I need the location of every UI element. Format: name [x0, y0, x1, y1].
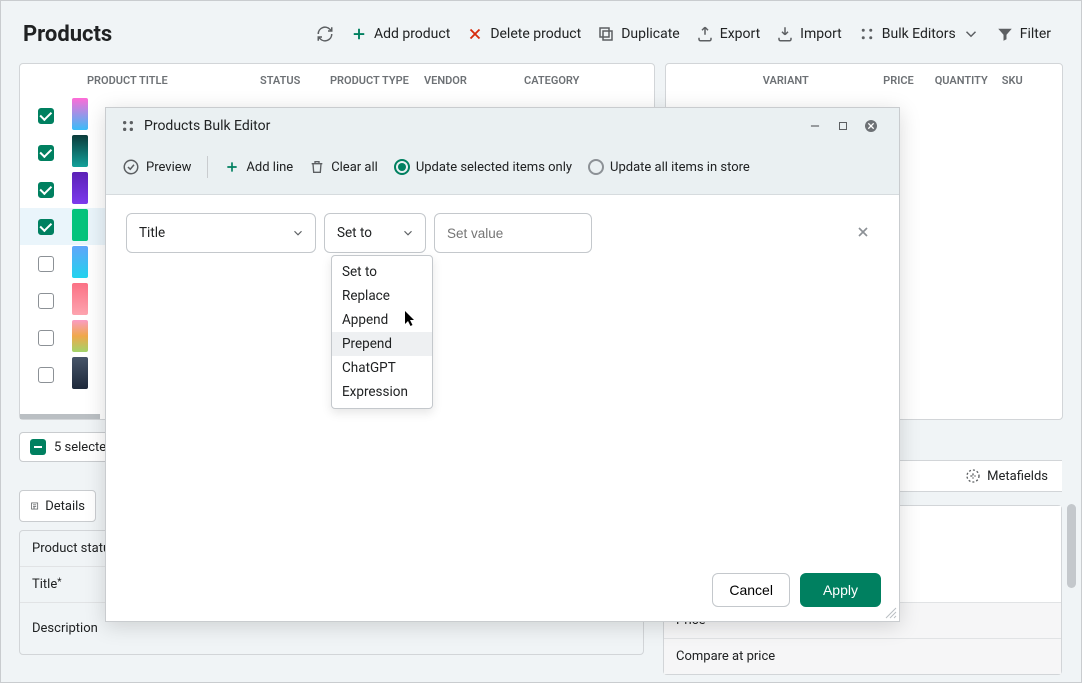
- value-input[interactable]: [434, 213, 592, 253]
- trash-icon: [309, 159, 325, 175]
- col-variant[interactable]: VARIANT: [666, 74, 846, 87]
- col-quantity[interactable]: QUANTITY: [914, 74, 988, 87]
- metafields-icon: [965, 468, 981, 484]
- details-icon: [30, 498, 39, 514]
- col-sku[interactable]: SKU: [988, 74, 1040, 87]
- bulk-editors-button[interactable]: Bulk Editors: [850, 19, 988, 49]
- update-all-radio[interactable]: Update all items in store: [588, 159, 750, 175]
- dropdown-item[interactable]: Replace: [332, 284, 432, 308]
- maximize-button[interactable]: [829, 120, 857, 132]
- product-thumbnail: [72, 320, 88, 352]
- plus-icon: [350, 25, 368, 43]
- col-status[interactable]: STATUS: [260, 74, 330, 87]
- products-table-header: PRODUCT TITLE STATUS PRODUCT TYPE VENDOR…: [20, 64, 654, 97]
- chevron-down-icon: [962, 25, 980, 43]
- modal-body: Title Set to Set toReplaceAppendPrependC…: [106, 195, 899, 559]
- radio-on-icon: [394, 159, 410, 175]
- cancel-button[interactable]: Cancel: [712, 573, 790, 607]
- chevron-down-icon: [291, 226, 305, 240]
- export-icon: [696, 25, 714, 43]
- delete-product-button[interactable]: Delete product: [458, 19, 589, 49]
- product-thumbnail: [72, 172, 88, 204]
- add-product-button[interactable]: Add product: [342, 19, 458, 49]
- modal-toolbar: Preview Add line Clear all Update select…: [106, 144, 899, 195]
- row-checkbox[interactable]: [38, 145, 54, 161]
- x-icon: [855, 224, 871, 240]
- col-product-title[interactable]: PRODUCT TITLE: [70, 74, 260, 87]
- page-header: Products Add product Delete product Dupl…: [1, 1, 1081, 63]
- filter-button[interactable]: Filter: [988, 19, 1059, 49]
- row-checkbox[interactable]: [38, 108, 54, 124]
- row-checkbox[interactable]: [38, 330, 54, 346]
- dropdown-item[interactable]: Prepend: [332, 332, 432, 356]
- preview-icon: [122, 158, 140, 176]
- bulk-editor-icon: [120, 118, 136, 134]
- cursor-icon: [405, 311, 417, 327]
- action-dropdown: Set toReplaceAppendPrependChatGPTExpress…: [331, 255, 433, 409]
- filter-icon: [996, 25, 1014, 43]
- update-selected-radio[interactable]: Update selected items only: [394, 159, 572, 175]
- dropdown-item[interactable]: Set to: [332, 260, 432, 284]
- duplicate-icon: [597, 25, 615, 43]
- product-thumbnail: [72, 135, 88, 167]
- field-select[interactable]: Title: [126, 213, 316, 253]
- row-checkbox[interactable]: [38, 219, 54, 235]
- refresh-icon: [316, 25, 334, 43]
- add-line-button[interactable]: Add line: [224, 159, 293, 175]
- dropdown-item[interactable]: Append: [332, 308, 432, 332]
- col-product-type[interactable]: PRODUCT TYPE: [330, 74, 424, 87]
- dropdown-item[interactable]: ChatGPT: [332, 356, 432, 380]
- plus-icon: [224, 159, 240, 175]
- col-vendor[interactable]: VENDOR: [424, 74, 524, 87]
- col-price[interactable]: PRICE: [846, 74, 914, 87]
- import-button[interactable]: Import: [768, 19, 850, 49]
- action-select[interactable]: Set to: [324, 213, 426, 253]
- bulk-editor-modal: Products Bulk Editor Preview Add line Cl…: [105, 107, 900, 622]
- row-checkbox[interactable]: [38, 182, 54, 198]
- modal-footer: Cancel Apply: [106, 559, 899, 621]
- duplicate-button[interactable]: Duplicate: [589, 19, 688, 49]
- chevron-down-icon: [401, 226, 415, 240]
- clear-all-button[interactable]: Clear all: [309, 159, 378, 175]
- preview-button[interactable]: Preview: [122, 158, 191, 176]
- product-thumbnail: [72, 357, 88, 389]
- variants-table-header: VARIANT PRICE QUANTITY SKU: [666, 64, 1062, 97]
- minimize-button[interactable]: [801, 119, 829, 133]
- row-checkbox[interactable]: [38, 293, 54, 309]
- dropdown-item[interactable]: Expression: [332, 380, 432, 404]
- resize-handle[interactable]: [885, 607, 897, 619]
- remove-line-button[interactable]: [847, 217, 879, 249]
- import-icon: [776, 25, 794, 43]
- export-button[interactable]: Export: [688, 19, 768, 49]
- close-button[interactable]: [857, 118, 885, 134]
- modal-title: Products Bulk Editor: [144, 118, 270, 134]
- product-thumbnail: [72, 283, 88, 315]
- col-category[interactable]: CATEGORY: [524, 74, 604, 87]
- x-icon: [466, 25, 484, 43]
- scrollbar[interactable]: [1067, 504, 1076, 674]
- sliders-icon: [858, 25, 876, 43]
- details-toggle[interactable]: Details: [19, 490, 96, 522]
- refresh-button[interactable]: [308, 19, 342, 49]
- indeterminate-checkbox[interactable]: [30, 439, 46, 455]
- field-compare-price[interactable]: Compare at price: [664, 638, 1061, 674]
- row-checkbox[interactable]: [38, 367, 54, 383]
- radio-off-icon: [588, 159, 604, 175]
- editor-row: Title Set to: [126, 213, 879, 253]
- row-checkbox[interactable]: [38, 256, 54, 272]
- product-thumbnail: [72, 98, 88, 130]
- product-thumbnail: [72, 246, 88, 278]
- modal-header: Products Bulk Editor: [106, 108, 899, 144]
- page-title: Products: [23, 22, 112, 47]
- product-thumbnail: [72, 209, 88, 241]
- apply-button[interactable]: Apply: [800, 573, 881, 607]
